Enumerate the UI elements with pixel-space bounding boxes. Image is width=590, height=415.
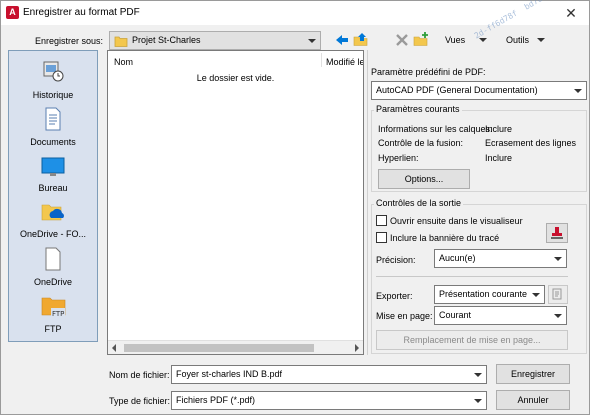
place-label: Documents [30,137,76,147]
precision-value: Aucun(e) [439,253,476,263]
desktop-icon [41,157,65,176]
merge-control-label: Contrôle de la fusion: [378,138,464,148]
page-setup-select[interactable]: Courant [434,306,567,325]
place-ftp[interactable]: FTP FTP [9,293,97,339]
file-list[interactable]: Nom Modifié le Le dossier est vide. [107,50,364,355]
back-arrow-icon[interactable] [334,32,350,48]
views-menu[interactable]: Vues [445,35,465,45]
merge-control-value: Ecrasement des lignes [485,138,577,148]
tools-menu[interactable]: Outils [506,35,529,45]
filename-value[interactable]: Foyer st-charles IND B.pdf [176,369,282,379]
autocad-app-icon: A [6,6,19,19]
stamp-icon [551,227,563,239]
layers-info-label: Informations sur les calques: [378,124,493,134]
close-icon[interactable]: ✕ [556,3,586,23]
empty-folder-message: Le dossier est vide. [196,73,275,83]
open-in-viewer-checkbox[interactable] [376,215,387,226]
place-label: Historique [32,90,74,100]
place-desktop[interactable]: Bureau [9,155,97,199]
column-header-modified[interactable]: Modifié le [326,57,363,67]
chevron-down-icon [308,39,316,43]
chevron-down-icon [554,257,562,261]
hyperlink-value: Inclure [485,153,513,163]
tools-chevron-down-icon[interactable] [537,38,545,42]
precision-select[interactable]: Aucun(e) [434,249,567,268]
select-layouts-button[interactable] [548,285,568,304]
scroll-left-icon[interactable] [112,344,116,352]
hyperlink-label: Hyperlien: [378,153,419,163]
column-header-name[interactable]: Nom [114,57,133,67]
places-bar: Historique Documents Bureau OneDrive - F… [8,50,98,342]
chevron-down-icon [474,373,482,377]
include-banner-label[interactable]: Inclure la bannière du tracé [390,233,499,243]
place-onedrive-business[interactable]: OneDrive - FO... [9,199,97,245]
chevron-down-icon [474,399,482,403]
pdf-preset-value: AutoCAD PDF (General Documentation) [376,85,538,95]
onedrive-icon [45,247,61,271]
pdf-preset-label: Paramètre prédéfini de PDF: [371,67,486,77]
place-history[interactable]: Historique [9,59,97,107]
open-in-viewer-label[interactable]: Ouvrir ensuite dans le visualiseur [390,216,523,226]
documents-icon [45,107,61,131]
filename-input[interactable]: Foyer st-charles IND B.pdf [171,365,487,384]
place-label: OneDrive [33,277,72,287]
column-divider[interactable] [321,53,322,67]
place-documents[interactable]: Documents [9,107,97,153]
page-setup-value: Courant [439,310,472,320]
svg-text:FTP: FTP [52,310,64,318]
save-in-folder-select[interactable]: Projet St-Charles [109,31,321,50]
precision-label: Précision: [376,255,416,265]
scrollbar-thumb[interactable] [124,344,314,352]
history-icon [43,61,64,82]
save-as-pdf-dialog: A Enregistrer au format PDF 2d-ff6d78f b… [0,0,590,415]
place-label: Bureau [38,183,68,193]
filetype-select[interactable]: Fichiers PDF (*.pdf) [171,391,487,410]
pdf-preset-select[interactable]: AutoCAD PDF (General Documentation) [371,81,587,100]
save-in-folder-value: Projet St-Charles [132,35,201,45]
up-folder-icon[interactable] [353,32,369,48]
filename-label: Nom de fichier: [109,370,170,380]
window-title: Enregistrer au format PDF [23,7,140,18]
chevron-down-icon [574,89,582,93]
place-label: OneDrive - FO... [19,229,86,239]
options-button[interactable]: Options... [378,169,470,189]
export-label: Exporter: [376,291,413,301]
page-setup-override-button[interactable]: Remplacement de mise en page... [376,330,568,350]
new-folder-icon[interactable] [413,32,429,48]
place-label: FTP [44,324,62,334]
delete-icon[interactable] [394,32,410,48]
cancel-button[interactable]: Annuler [496,390,570,410]
save-in-label: Enregistrer sous: [35,36,104,46]
save-button[interactable]: Enregistrer [496,364,570,384]
plot-stamp-button[interactable] [546,223,568,243]
horizontal-scrollbar[interactable] [108,340,363,354]
export-select[interactable]: Présentation courante [434,285,545,304]
onedrive-business-icon [41,204,64,221]
filetype-value: Fichiers PDF (*.pdf) [176,395,256,405]
filetype-label: Type de fichier: [109,396,171,406]
ftp-folder-icon: FTP [41,297,66,318]
layers-info-value: Inclure [485,124,513,134]
views-chevron-down-icon[interactable] [479,38,487,42]
layouts-icon [552,288,562,300]
current-settings-title: Paramètres courants [374,104,462,114]
separator [376,276,568,277]
include-banner-checkbox[interactable] [376,232,387,243]
place-onedrive[interactable]: OneDrive [9,247,97,291]
chevron-down-icon [532,293,540,297]
page-setup-label: Mise en page: [376,311,433,321]
chevron-down-icon [554,314,562,318]
export-value: Présentation courante [439,289,528,299]
splitter[interactable] [367,50,368,355]
folder-icon [114,36,128,47]
output-controls-title: Contrôles de la sortie [374,198,464,208]
scroll-right-icon[interactable] [355,344,359,352]
title-bar: A Enregistrer au format PDF 2d-ff6d78f b… [1,0,589,40]
